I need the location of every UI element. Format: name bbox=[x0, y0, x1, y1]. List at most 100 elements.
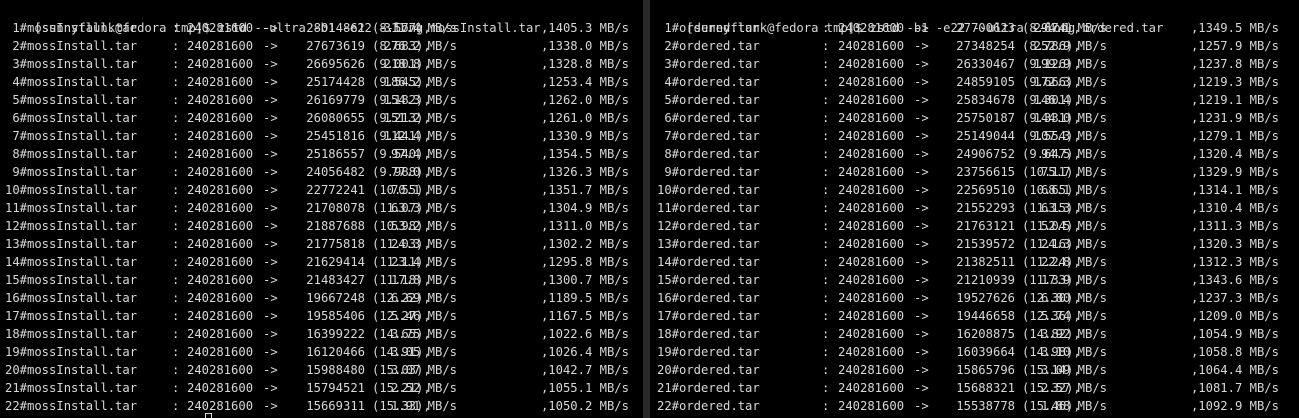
compress-speed: 77.0 MB/s bbox=[390, 165, 457, 179]
input-size: 240281600 bbox=[838, 345, 905, 359]
output-row: 12#mossInstall.tar:240281600 -> 21887688 (1… bbox=[0, 217, 643, 235]
output-row: 20#ordered.tar:240281600 -> 15865796 (15.14… bbox=[650, 361, 1299, 379]
input-size: 240281600 bbox=[187, 165, 254, 179]
output-row: 8#mossInstall.tar:240281600 -> 25186557 (9.… bbox=[0, 145, 643, 163]
output-size: 21382511 bbox=[956, 255, 1015, 269]
compress-speed: 3.75 MB/s bbox=[390, 327, 457, 341]
row-label: 16#mossInstall.tar bbox=[5, 291, 138, 305]
output-size: 16208875 bbox=[956, 327, 1015, 341]
arrow: -> bbox=[263, 273, 278, 287]
compress-speed: 144.0 MB/s bbox=[1033, 111, 1107, 125]
row-label: 18#mossInstall.tar bbox=[5, 327, 138, 341]
command-line: [sunnyflunk@fedora tmp]$ zstd -b1 -e22 -… bbox=[657, 1, 1163, 35]
row-label: 5#ordered.tar bbox=[657, 93, 760, 107]
input-size: 240281600 bbox=[187, 327, 254, 341]
compress-speed: 2.52 MB/s bbox=[390, 381, 457, 395]
input-size: 240281600 bbox=[187, 255, 254, 269]
decompress-speed: ,1209.0 MB/s bbox=[1190, 309, 1279, 323]
input-size: 240281600 bbox=[187, 39, 254, 53]
output-row: 2#ordered.tar:240281600 -> 27348254 (8.786)… bbox=[650, 37, 1299, 55]
compress-speed: 17.9 MB/s bbox=[1040, 273, 1107, 287]
decompress-speed: ,1302.2 MB/s bbox=[540, 237, 629, 251]
output-size: 19446658 bbox=[956, 309, 1015, 323]
arrow: -> bbox=[263, 21, 278, 35]
row-separator: : bbox=[172, 147, 180, 161]
output-row: 2#mossInstall.tar:240281600 -> 27673619 (8.… bbox=[0, 37, 643, 55]
decompress-speed: ,1092.9 MB/s bbox=[1190, 399, 1279, 413]
row-separator: : bbox=[172, 201, 180, 215]
output-size: 19527626 bbox=[956, 291, 1015, 305]
input-size: 240281600 bbox=[187, 399, 254, 413]
input-size: 240281600 bbox=[187, 291, 254, 305]
row-label: 9#mossInstall.tar bbox=[5, 165, 138, 179]
compress-speed: 63.3 MB/s bbox=[390, 201, 457, 215]
row-label: 16#ordered.tar bbox=[657, 291, 760, 305]
row-separator: : bbox=[172, 93, 180, 107]
row-label: 20#mossInstall.tar bbox=[5, 363, 138, 377]
decompress-speed: ,1279.1 MB/s bbox=[1190, 129, 1279, 143]
decompress-speed: ,1320.3 MB/s bbox=[1190, 237, 1279, 251]
row-label: 19#ordered.tar bbox=[657, 345, 760, 359]
row-separator: : bbox=[822, 75, 830, 89]
output-size: 27348254 bbox=[956, 39, 1015, 53]
output-size: 21708078 bbox=[306, 201, 365, 215]
decompress-speed: ,1237.8 MB/s bbox=[1190, 57, 1279, 71]
row-label: 14#mossInstall.tar bbox=[5, 255, 138, 269]
output-row: 21#ordered.tar:240281600 -> 15688321 (15.32… bbox=[650, 379, 1299, 397]
compress-speed: 53.2 MB/s bbox=[390, 219, 457, 233]
output-row: 6#mossInstall.tar:240281600 -> 26080655 (9.… bbox=[0, 109, 643, 127]
decompress-speed: ,1300.7 MB/s bbox=[540, 273, 629, 287]
output-row: 12#ordered.tar:240281600 -> 21763121 (11.04… bbox=[650, 217, 1299, 235]
input-size: 240281600 bbox=[838, 111, 905, 125]
terminal-left[interactable]: [sunnyflunk@fedora tmp]$ zstd --ultra -b… bbox=[0, 0, 643, 418]
terminal-right[interactable]: [sunnyflunk@fedora tmp]$ zstd -b1 -e22 -… bbox=[650, 0, 1299, 418]
compress-speed: 218.8 MB/s bbox=[383, 57, 457, 71]
row-separator: : bbox=[172, 183, 180, 197]
row-label: 6#mossInstall.tar bbox=[5, 111, 138, 125]
row-separator: : bbox=[172, 345, 180, 359]
decompress-speed: ,1295.8 MB/s bbox=[540, 255, 629, 269]
decompress-speed: ,1058.8 MB/s bbox=[1190, 345, 1279, 359]
output-row: 3#ordered.tar:240281600 -> 26330467 (9.126)… bbox=[650, 55, 1299, 73]
input-size: 240281600 bbox=[187, 111, 254, 125]
output-row: 11#ordered.tar:240281600 -> 21552293 (11.15… bbox=[650, 199, 1299, 217]
row-separator: : bbox=[822, 219, 830, 233]
compress-speed: 154.3 MB/s bbox=[383, 93, 457, 107]
decompress-speed: ,1330.9 MB/s bbox=[540, 129, 629, 143]
output-size: 21210939 bbox=[956, 273, 1015, 287]
output-row: 16#ordered.tar:240281600 -> 19527626 (12.30… bbox=[650, 289, 1299, 307]
output-row: 1#mossInstall.tar:240281600 -> 28014861 (8.… bbox=[0, 19, 643, 37]
arrow: -> bbox=[914, 219, 929, 233]
compress-speed: 3.07 MB/s bbox=[390, 363, 457, 377]
row-separator: : bbox=[822, 399, 830, 413]
arrow: -> bbox=[263, 327, 278, 341]
row-label: 8#ordered.tar bbox=[657, 147, 760, 161]
row-label: 15#mossInstall.tar bbox=[5, 273, 138, 287]
arrow: -> bbox=[263, 129, 278, 143]
row-separator: : bbox=[172, 291, 180, 305]
input-size: 240281600 bbox=[838, 165, 905, 179]
input-size: 240281600 bbox=[838, 75, 905, 89]
decompress-speed: ,1320.4 MB/s bbox=[1190, 147, 1279, 161]
output-row: 16#mossInstall.tar:240281600 -> 19667248 (1… bbox=[0, 289, 643, 307]
pane-divider[interactable] bbox=[643, 0, 650, 418]
row-label: 22#ordered.tar bbox=[657, 399, 760, 413]
row-label: 4#mossInstall.tar bbox=[5, 75, 138, 89]
compress-speed: 186.2 MB/s bbox=[383, 75, 457, 89]
output-size: 25186557 bbox=[306, 147, 365, 161]
output-size: 21775818 bbox=[306, 237, 365, 251]
row-separator: : bbox=[822, 147, 830, 161]
row-label: 12#mossInstall.tar bbox=[5, 219, 138, 233]
command-line: [sunnyflunk@fedora tmp]$ zstd --ultra -b… bbox=[5, 1, 540, 35]
arrow: -> bbox=[263, 39, 278, 53]
output-size: 22569510 bbox=[956, 183, 1015, 197]
input-size: 240281600 bbox=[187, 309, 254, 323]
arrow: -> bbox=[263, 237, 278, 251]
input-size: 240281600 bbox=[187, 219, 254, 233]
output-size: 19585406 bbox=[306, 309, 365, 323]
output-size: 21539572 bbox=[956, 237, 1015, 251]
input-size: 240281600 bbox=[838, 201, 905, 215]
row-separator: : bbox=[822, 237, 830, 251]
output-size: 24906752 bbox=[956, 147, 1015, 161]
output-row: 5#mossInstall.tar:240281600 -> 26169779 (9.… bbox=[0, 91, 643, 109]
